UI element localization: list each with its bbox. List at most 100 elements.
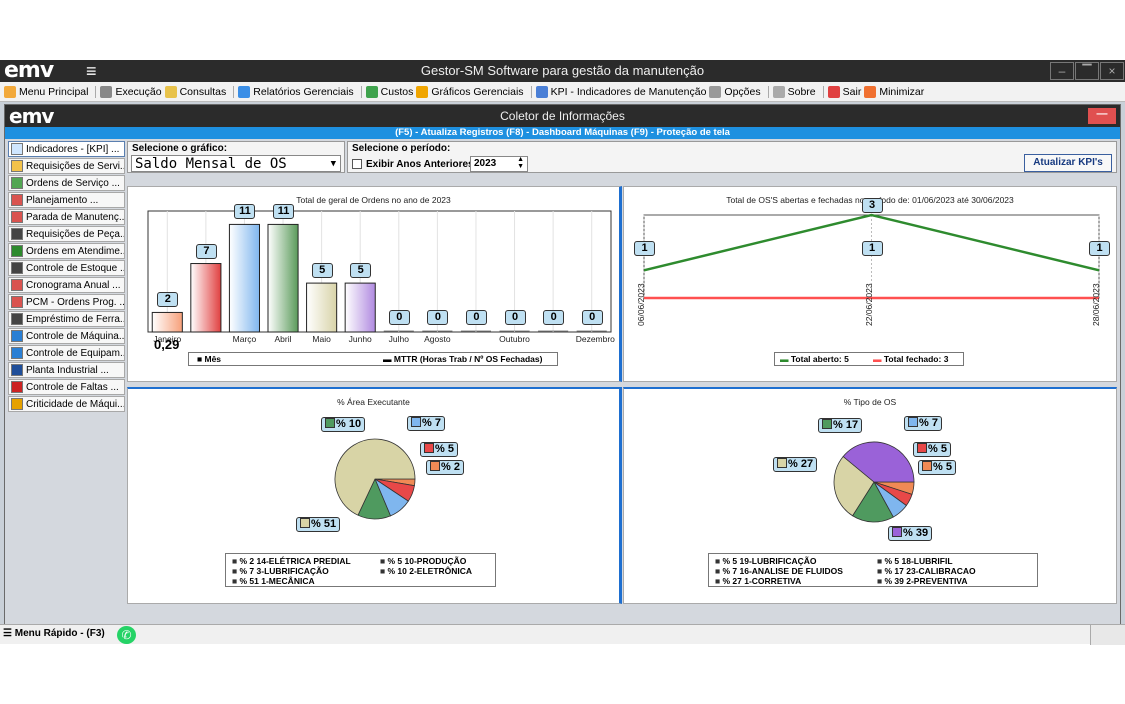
menu-separator [360, 85, 362, 98]
sidebar-item-label: Indicadores - [KPI] ... [26, 143, 120, 155]
legend-entry-4: ■ % 27 1-CORRETIVA [715, 576, 801, 586]
menu-item-5[interactable]: Gráficos Gerenciais [416, 85, 524, 98]
legend-month: ■ Mês [197, 354, 222, 364]
bar-value-label: 11 [234, 204, 256, 220]
line-value-label: 1 [861, 241, 883, 257]
menu-item-10[interactable]: Minimizar [864, 85, 925, 98]
menu-item-3[interactable]: Relatórios Gerenciais [238, 85, 354, 98]
chart-select-label: Selecione o gráfico: [132, 143, 228, 154]
legend-swatch: ■ [715, 576, 723, 586]
menu-item-1[interactable]: Execução [100, 85, 162, 98]
close-window-button[interactable]: × [1100, 62, 1124, 80]
sidebar-item-label: Ordens em Atendime... [26, 245, 125, 257]
x-tick-label: Agosto [424, 334, 451, 344]
whatsapp-icon[interactable]: ✆ [117, 626, 136, 644]
year-spinner[interactable]: 2023 ▲ ▼ [470, 156, 528, 172]
pie-tag-0: % 5 [918, 460, 956, 475]
sidebar-item-1[interactable]: Requisições de Servi... [8, 158, 125, 174]
prev-years-label: Exibir Anos Anteriores [366, 159, 474, 170]
sidebar-item-8[interactable]: Cronograma Anual ... [8, 277, 125, 293]
sidebar-item-label: Cronograma Anual ... [26, 279, 121, 291]
bar-Janeiro [151, 311, 183, 333]
sidebar-item-label: PCM - Ordens Prog. ... [26, 296, 125, 308]
pie-tag-3: % 10 [321, 417, 366, 432]
maximize-window-button[interactable]: ▔ [1075, 62, 1099, 80]
menu-item-label: Minimizar [879, 85, 925, 98]
sidebar-item-label: Requisições de Peça... [26, 228, 125, 240]
menu-separator [530, 85, 532, 98]
bar-value-label: 7 [195, 243, 217, 259]
pie-tag-swatch [777, 458, 787, 468]
menu-item-2[interactable]: Consultas [164, 85, 226, 98]
legend-swatch: ■ [380, 566, 388, 576]
menu-item-label: Opções [724, 85, 761, 98]
legend-label: % 27 1-CORRETIVA [722, 576, 802, 586]
child-titlebar: emv Coletor de Informações — [5, 105, 1120, 127]
sidebar-item-6[interactable]: Ordens em Atendime... [8, 243, 125, 259]
sidebar-item-12[interactable]: Controle de Equipam... [8, 345, 125, 361]
quick-menu-button[interactable]: ☰ Menu Rápido - (F3) [3, 628, 105, 639]
minimize-window-button[interactable]: – [1050, 62, 1074, 80]
legend-label: % 39 2-PREVENTIVA [884, 576, 968, 586]
menu-separator [95, 85, 97, 98]
menu-item-4[interactable]: Custos [365, 85, 413, 98]
pie-tag-text: % 27 [788, 458, 814, 470]
line-chart-panel: Total de OS'S abertas e fechadas no perí… [623, 186, 1117, 382]
sidebar-item-label: Controle de Faltas ... [26, 381, 119, 393]
sidebar-item-15[interactable]: Criticidade de Máqui... [8, 396, 125, 412]
pie-tag-4: % 27 [773, 457, 818, 472]
x-tick-label: Abril [274, 334, 292, 344]
sidebar-item-5[interactable]: Requisições de Peça... [8, 226, 125, 242]
minimize-icon [864, 85, 877, 98]
sidebar-item-icon [11, 228, 23, 240]
sidebar-item-label: Ordens de Serviço ... [26, 177, 120, 189]
legend-label: % 5 19-LUBRIFICAÇÃO [722, 556, 817, 566]
bar-chart-icon [416, 85, 429, 98]
coletor-window: emv Coletor de Informações — (F5) - Atua… [4, 104, 1121, 644]
menu-item-0[interactable]: Menu Principal [4, 85, 89, 98]
sidebar-item-3[interactable]: Planejamento ... [8, 192, 125, 208]
sidebar-item-label: Empréstimo de Ferra... [26, 313, 125, 325]
sidebar-item-9[interactable]: PCM - Ordens Prog. ... [8, 294, 125, 310]
legend-entry-1: ■ % 5 18-LUBRIFIL [877, 556, 953, 566]
child-close-button[interactable]: — [1088, 108, 1116, 124]
legend-entry-0: ■ % 5 19-LUBRIFICAÇÃO [715, 556, 816, 566]
sidebar-item-11[interactable]: Controle de Máquina... [8, 328, 125, 344]
pie-tag-swatch [892, 527, 902, 537]
sidebar-item-label: Controle de Máquina... [26, 330, 125, 342]
sidebar-item-icon [11, 313, 23, 325]
pie-tag-text: % 39 [903, 527, 929, 539]
menu-item-label: Menu Principal [19, 85, 89, 98]
bar-value-label: 5 [350, 263, 372, 279]
sidebar-item-label: Criticidade de Máqui... [26, 398, 125, 410]
chart-select-dropdown[interactable]: Saldo Mensal de OS ▼ [131, 155, 341, 172]
sidebar-item-icon [11, 381, 23, 393]
legend-total-fechado: ▬ Total fechado: 3 [873, 354, 949, 364]
sidebar-item-13[interactable]: Planta Industrial ... [8, 362, 125, 378]
menu-item-7[interactable]: Opções [709, 85, 761, 98]
sidebar-item-10[interactable]: Empréstimo de Ferra... [8, 311, 125, 327]
menu-item-6[interactable]: KPI - Indicadores de Manutenção [535, 85, 706, 98]
sidebar-item-2[interactable]: Ordens de Serviço ... [8, 175, 125, 191]
sidebar-item-0[interactable]: Indicadores - [KPI] ... [8, 141, 125, 157]
spinner-arrows-icon[interactable]: ▲ ▼ [517, 156, 524, 170]
sidebar-item-4[interactable]: Parada de Manutenç... [8, 209, 125, 225]
line-value-label: 1 [1089, 241, 1110, 257]
kpi-icon [535, 85, 548, 98]
legend-swatch: ■ [232, 556, 240, 566]
sidebar-item-14[interactable]: Controle de Faltas ... [8, 379, 125, 395]
prev-years-checkbox[interactable] [352, 159, 362, 169]
menu-item-8[interactable]: Sobre [772, 85, 816, 98]
menu-item-9[interactable]: Sair [827, 85, 861, 98]
legend-label: % 5 18-LUBRIFIL [884, 556, 953, 566]
legend-swatch: ■ [877, 556, 885, 566]
bar-Junho [344, 282, 376, 333]
sidebar-item-icon [11, 262, 23, 274]
menu-separator [822, 85, 824, 98]
update-kpi-button[interactable]: Atualizar KPI's [1024, 154, 1112, 172]
bar-value-label: 0 [504, 310, 526, 325]
menu-separator [233, 85, 235, 98]
pie-tag-swatch [822, 419, 832, 429]
bar-chart-panel: Total de geral de Ordens no ano de 2023 … [127, 186, 622, 382]
sidebar-item-7[interactable]: Controle de Estoque ... [8, 260, 125, 276]
